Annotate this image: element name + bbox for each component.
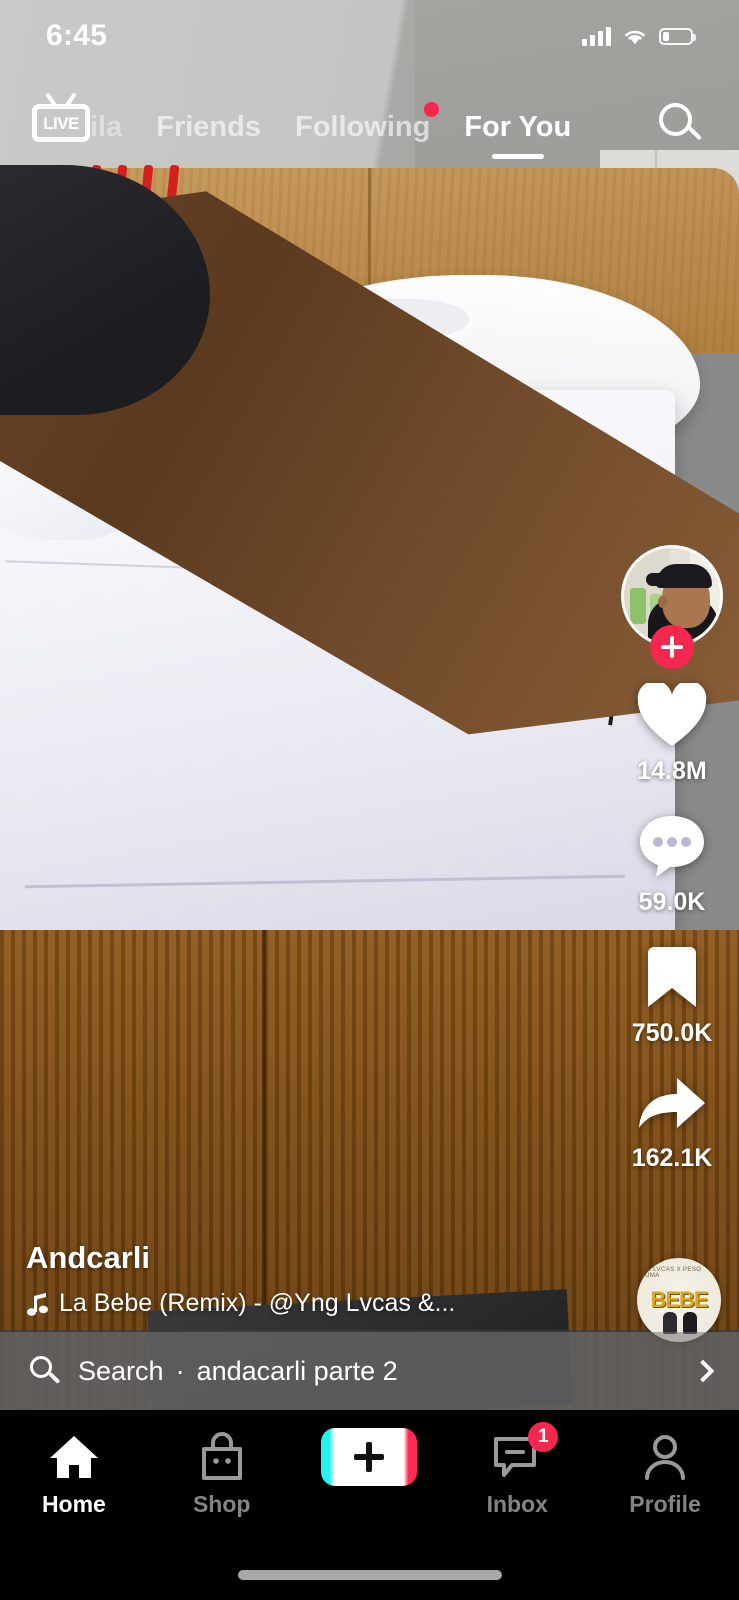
status-indicators	[582, 26, 696, 46]
tab-for-you[interactable]: For You	[464, 111, 571, 144]
video-caption: Andcarli La Bebe (Remix) - @Yng Lvcas &.…	[26, 1240, 586, 1318]
comment-bubble-icon	[640, 816, 704, 877]
tab-following[interactable]: Following	[295, 101, 440, 144]
search-icon[interactable]	[659, 103, 705, 149]
tab-following-label: Following	[295, 110, 431, 143]
action-rail: 14.8M 59.0K 750.0K 162.1K	[617, 545, 727, 1199]
album-art-disc[interactable]: YNG LVCAS X PESO PLUMA BEBE	[637, 1258, 721, 1342]
tiktok-app-screen: 6:45 LIVE ila Friends Following For You …	[0, 0, 739, 1600]
heart-icon	[637, 683, 707, 746]
search-separator: ·	[175, 1355, 185, 1386]
share-arrow-icon	[639, 1078, 705, 1128]
tab-friends[interactable]: Friends	[156, 111, 261, 144]
search-label: Search	[78, 1355, 164, 1386]
comment-button[interactable]: 59.0K	[636, 812, 708, 917]
notification-dot	[424, 101, 440, 117]
nav-item-inbox[interactable]: 1 Inbox	[443, 1422, 591, 1518]
status-time: 6:45	[46, 19, 108, 52]
wifi-icon	[625, 30, 645, 44]
shopping-bag-icon	[201, 1432, 242, 1480]
nav-item-shop[interactable]: Shop	[148, 1432, 296, 1518]
share-count: 162.1K	[631, 1144, 713, 1172]
plus-follow-icon[interactable]	[650, 625, 694, 669]
music-text: La Bebe (Remix) - @Yng Lvcas &...	[59, 1289, 456, 1317]
bookmark-button[interactable]: 750.0K	[631, 943, 713, 1048]
share-button[interactable]: 162.1K	[631, 1074, 713, 1173]
cellular-bars-icon	[582, 26, 611, 46]
tab-partial[interactable]: ila	[90, 111, 122, 144]
profile-person-icon	[645, 1435, 686, 1480]
nav-label-inbox: Inbox	[486, 1491, 548, 1517]
search-suggestion-bar[interactable]: Search · andacarli parte 2	[0, 1332, 739, 1410]
nav-label-profile: Profile	[629, 1491, 701, 1517]
comment-count: 59.0K	[638, 888, 706, 916]
chevron-right-icon[interactable]	[691, 1359, 715, 1383]
search-icon	[28, 1354, 62, 1388]
inbox-badge: 1	[528, 1422, 559, 1452]
nav-item-profile[interactable]: Profile	[591, 1432, 739, 1518]
home-indicator	[237, 1570, 502, 1580]
music-info[interactable]: La Bebe (Remix) - @Yng Lvcas &...	[26, 1289, 586, 1318]
top-navigation: LIVE ila Friends Following For You	[0, 96, 739, 158]
shirt-fold	[25, 874, 625, 889]
album-title: BEBE	[650, 1287, 708, 1312]
creator-username[interactable]: Andcarli	[26, 1240, 586, 1276]
status-bar: 6:45	[0, 0, 739, 72]
battery-icon	[659, 27, 696, 45]
creator-avatar-wrap[interactable]	[621, 545, 723, 669]
search-query: andacarli parte 2	[196, 1355, 398, 1386]
nav-item-home[interactable]: Home	[0, 1432, 148, 1518]
album-subtitle: YNG LVCAS X PESO PLUMA	[637, 1267, 702, 1279]
music-note-icon	[27, 1292, 48, 1316]
nav-label-shop: Shop	[192, 1491, 251, 1517]
bookmark-count: 750.0K	[631, 1019, 713, 1047]
nav-label-home: Home	[41, 1491, 106, 1517]
bookmark-icon	[648, 947, 696, 1007]
like-button[interactable]: 14.8M	[636, 683, 708, 786]
home-icon	[49, 1436, 98, 1478]
nav-item-create[interactable]	[296, 1428, 444, 1491]
like-count: 14.8M	[637, 757, 707, 785]
feed-tabs: ila Friends Following For You	[0, 96, 739, 158]
create-plus-icon[interactable]	[321, 1428, 418, 1486]
